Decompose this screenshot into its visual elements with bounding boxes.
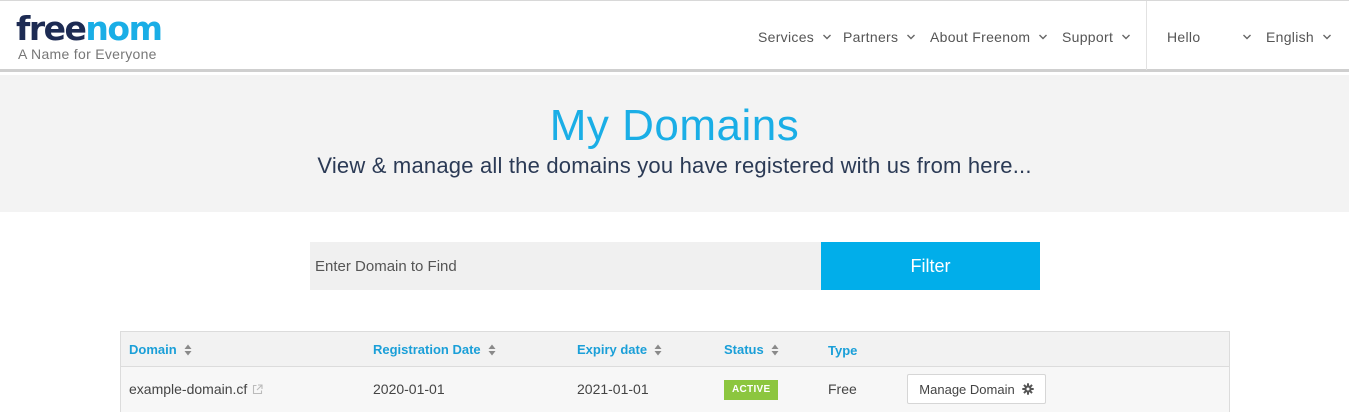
column-header-label: Status — [724, 342, 764, 357]
registration-date-cell: 2020-01-01 — [373, 381, 445, 397]
chevron-down-icon — [823, 34, 832, 40]
column-header-label: Expiry date — [577, 342, 648, 357]
language-label: English — [1266, 29, 1315, 45]
logo-wordmark: freenom — [16, 9, 163, 49]
table-header: Domain Registration Date Expiry date Sta… — [121, 332, 1229, 367]
column-header-label: Domain — [129, 342, 177, 357]
domain-name: example-domain.cf — [129, 381, 248, 397]
nav-partners[interactable]: Partners — [843, 1, 916, 73]
filter-button[interactable]: Filter — [821, 242, 1040, 290]
external-link-icon[interactable] — [252, 383, 263, 395]
nav-services-label: Services — [758, 29, 815, 45]
expiry-date-cell: 2021-01-01 — [577, 381, 649, 397]
manage-domain-label: Manage Domain — [919, 381, 1015, 397]
column-header-expiry-date[interactable]: Expiry date — [577, 342, 662, 357]
page-title: My Domains — [549, 101, 800, 150]
nav-about-freenom[interactable]: About Freenom — [930, 1, 1048, 73]
sort-icon — [184, 344, 192, 355]
domain-cell[interactable]: example-domain.cf — [129, 381, 263, 397]
site-header: freenom A Name for Everyone Services Par… — [0, 0, 1349, 72]
table-row: example-domain.cf 2020-01-01 2021-01-01 … — [121, 367, 1229, 412]
column-header-domain[interactable]: Domain — [129, 342, 192, 357]
domains-table: Domain Registration Date Expiry date Sta… — [120, 331, 1230, 412]
page-subtitle: View & manage all the domains you have r… — [317, 153, 1032, 178]
domain-search-input[interactable] — [310, 242, 821, 290]
sort-icon — [771, 344, 779, 355]
type-cell: Free — [828, 381, 857, 397]
sort-icon — [488, 344, 496, 355]
chevron-down-icon — [1243, 34, 1252, 40]
chevron-down-icon — [1323, 34, 1332, 40]
chevron-down-icon — [907, 34, 916, 40]
column-header-registration-date[interactable]: Registration Date — [373, 342, 496, 357]
sort-icon — [654, 344, 662, 355]
manage-domain-button[interactable]: Manage Domain — [907, 374, 1046, 404]
chevron-down-icon — [1039, 34, 1048, 40]
user-greeting: Hello — [1167, 29, 1201, 45]
status-badge: ACTIVE — [724, 380, 779, 400]
nav-partners-label: Partners — [843, 29, 899, 45]
logo-part-free: free — [16, 9, 87, 48]
nav-support[interactable]: Support — [1062, 1, 1131, 73]
nav-support-label: Support — [1062, 29, 1114, 45]
logo-tagline: A Name for Everyone — [18, 46, 157, 62]
language-selector[interactable]: English — [1266, 1, 1332, 73]
column-header-label: Registration Date — [373, 342, 481, 357]
column-header-label: Type — [828, 343, 858, 358]
logo-part-nom: nom — [85, 9, 163, 48]
gear-icon — [1021, 383, 1034, 395]
column-header-status[interactable]: Status — [724, 342, 779, 357]
nav-divider — [1146, 1, 1147, 70]
page-hero: My Domains View & manage all the domains… — [0, 75, 1349, 212]
user-menu[interactable]: Hello — [1167, 1, 1252, 73]
nav-services[interactable]: Services — [758, 1, 832, 73]
freenom-logo[interactable]: freenom A Name for Everyone — [16, 9, 163, 62]
column-header-type: Type — [828, 343, 857, 358]
nav-about-label: About Freenom — [930, 29, 1031, 45]
chevron-down-icon — [1122, 34, 1131, 40]
